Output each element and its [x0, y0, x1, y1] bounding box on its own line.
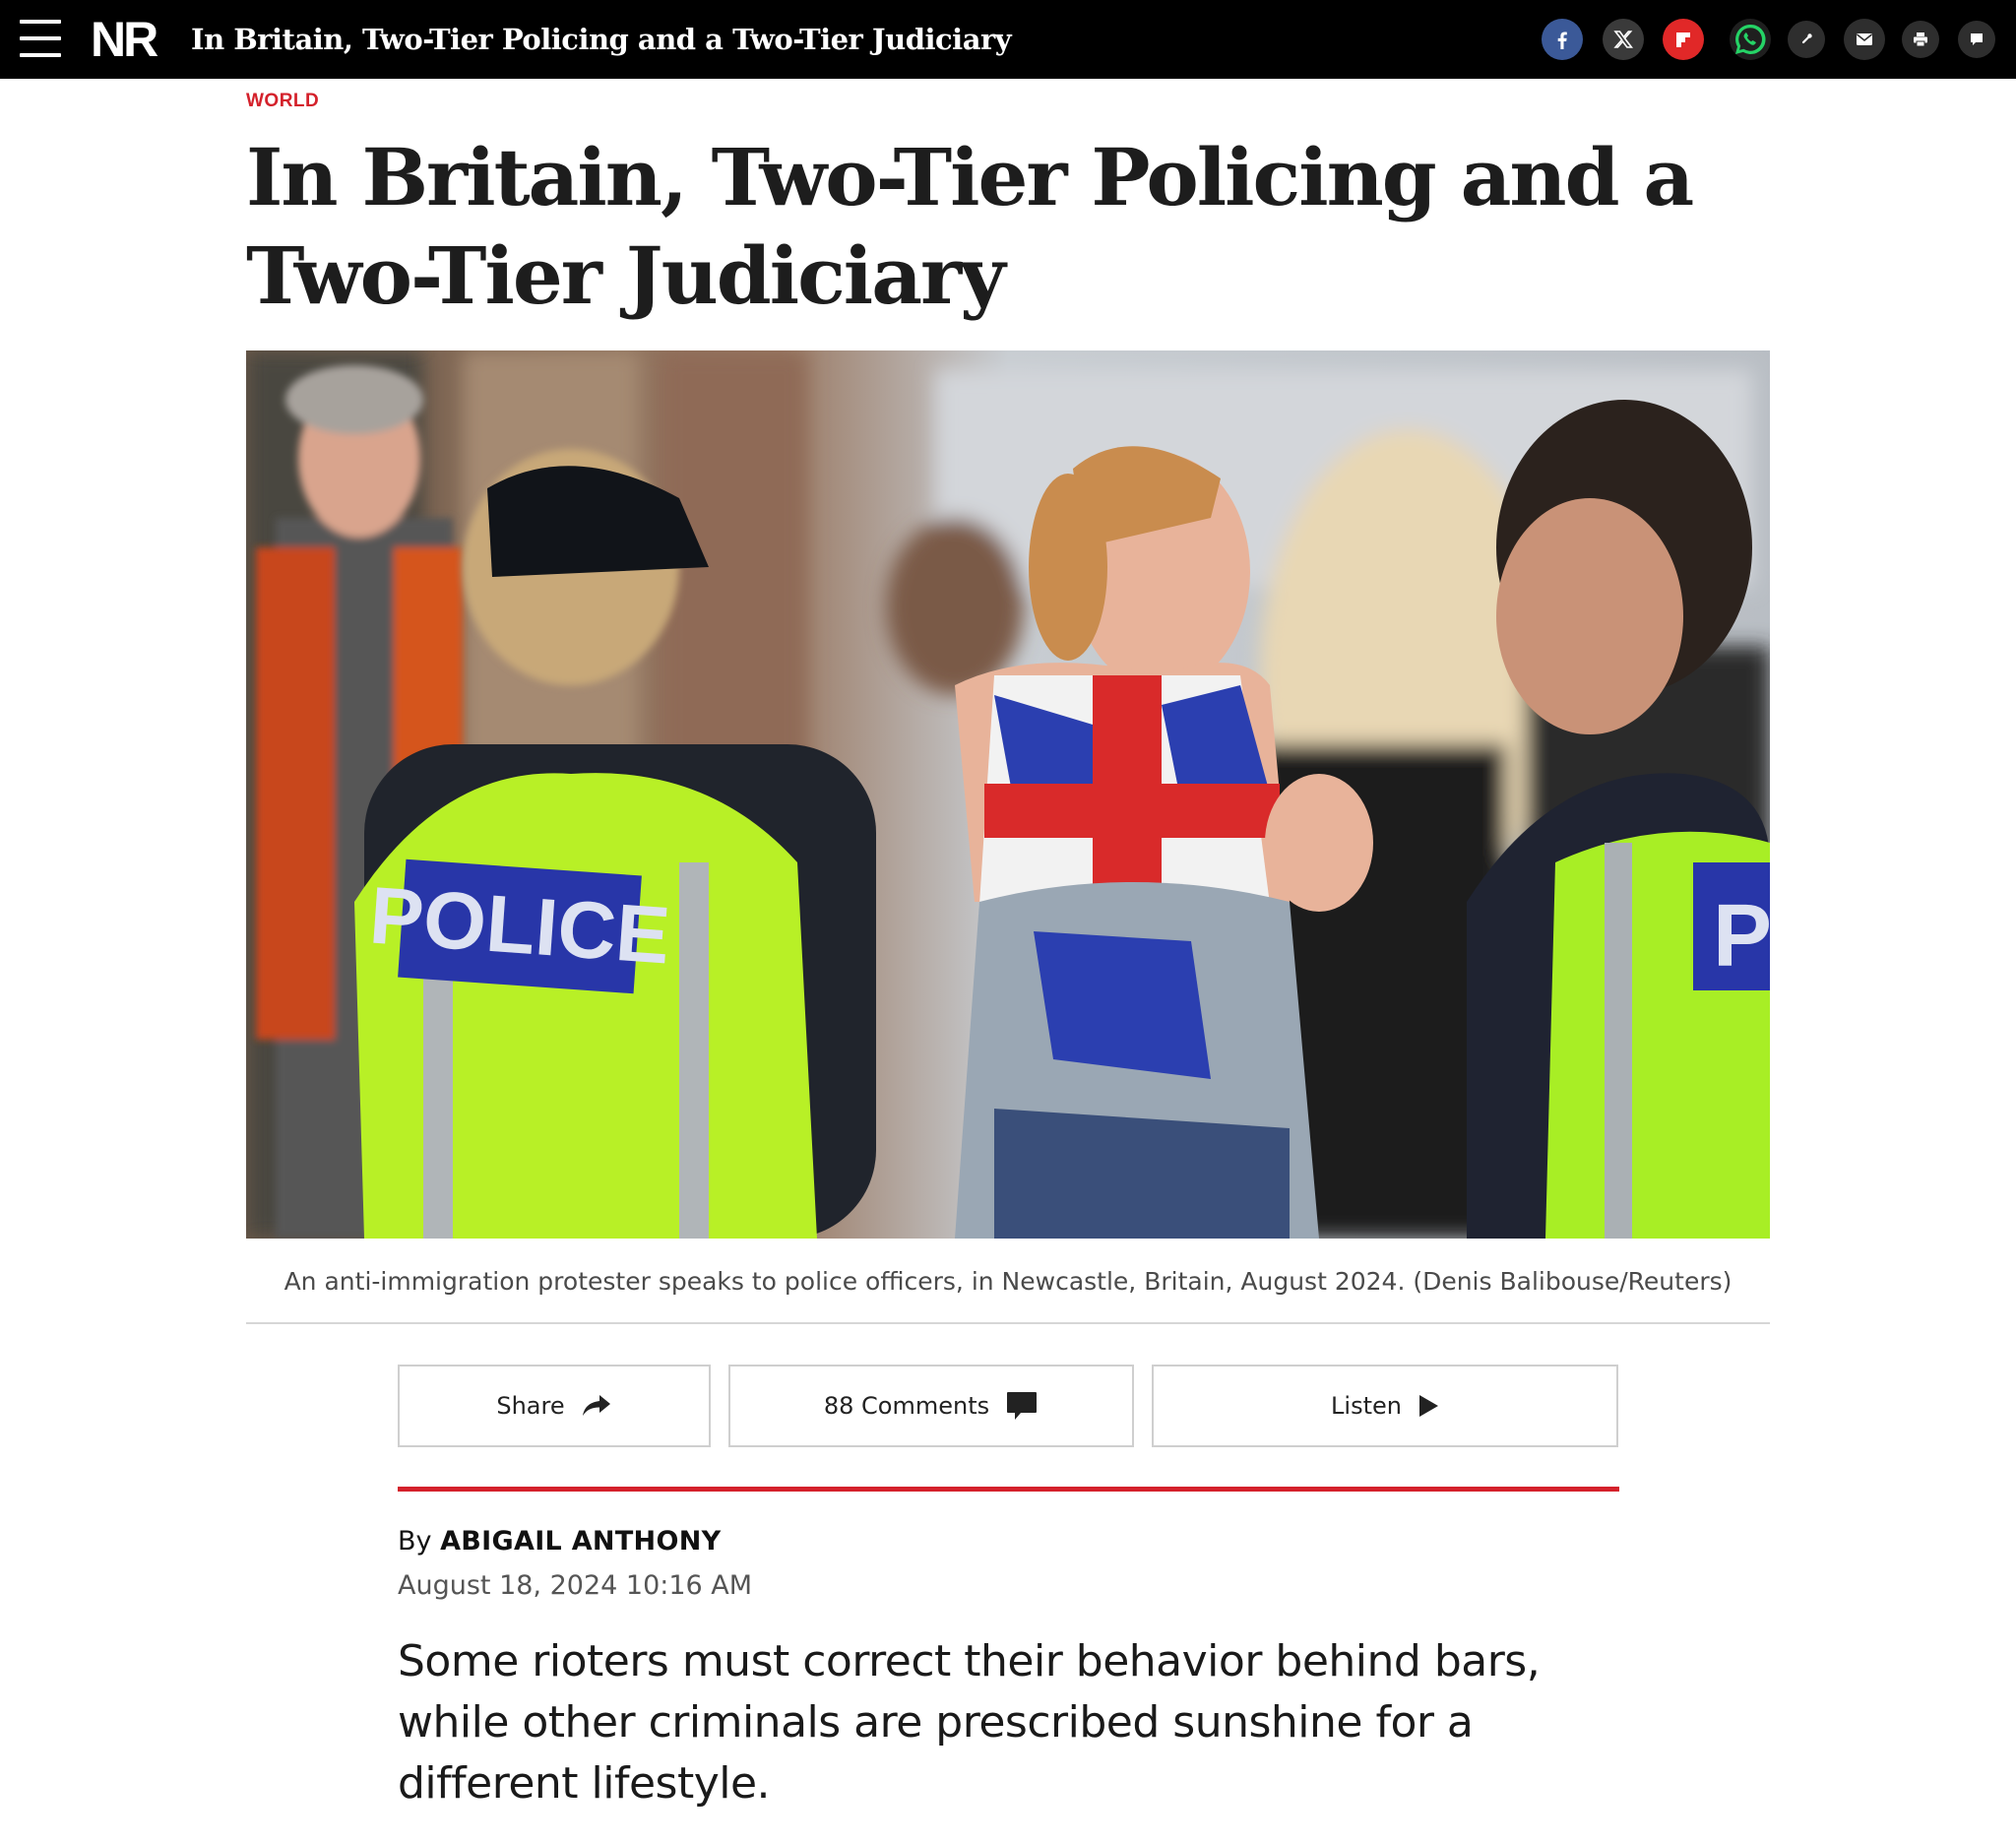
share-label: Share: [496, 1392, 565, 1420]
print-icon[interactable]: [1902, 18, 1939, 61]
comments-label: 88 Comments: [823, 1392, 990, 1420]
whatsapp-icon[interactable]: [1730, 18, 1771, 61]
author-link[interactable]: ABIGAIL ANTHONY: [440, 1526, 721, 1557]
site-logo[interactable]: NR: [91, 12, 158, 67]
comment-icon[interactable]: [1958, 18, 1995, 61]
link-icon[interactable]: [1788, 18, 1825, 61]
play-icon: [1418, 1395, 1438, 1417]
image-caption: An anti-immigration protester speaks to …: [284, 1267, 1732, 1296]
article-headline: In Britain, Two-Tier Policing and a Two-…: [246, 131, 1694, 322]
caption-divider: [246, 1322, 1770, 1324]
hero-image: POLICE P: [246, 350, 1770, 1239]
listen-button[interactable]: Listen: [1152, 1365, 1618, 1447]
flipboard-icon[interactable]: [1663, 18, 1704, 61]
email-icon[interactable]: [1844, 18, 1885, 61]
facebook-icon[interactable]: [1542, 18, 1583, 61]
article-dek: Some rioters must correct their behavior…: [398, 1636, 1541, 1809]
topbar-article-title: In Britain, Two-Tier Policing and a Two-…: [191, 23, 1012, 56]
publish-date: August 18, 2024 10:16 AM: [398, 1570, 753, 1601]
share-button[interactable]: Share: [398, 1365, 711, 1447]
byline-prefix: By: [398, 1526, 432, 1557]
top-navigation-bar: NR In Britain, Two-Tier Policing and a T…: [0, 0, 2016, 79]
comment-bubble-icon: [1007, 1392, 1038, 1420]
byline-divider: [398, 1487, 1619, 1492]
share-arrow-icon: [582, 1395, 610, 1416]
byline: By ABIGAIL ANTHONY: [398, 1522, 721, 1561]
menu-icon[interactable]: [20, 20, 61, 57]
listen-label: Listen: [1331, 1392, 1402, 1420]
section-label[interactable]: WORLD: [246, 91, 319, 112]
svg-text:P: P: [1713, 887, 1770, 986]
comments-button[interactable]: 88 Comments: [728, 1365, 1134, 1447]
x-icon[interactable]: [1603, 18, 1644, 61]
